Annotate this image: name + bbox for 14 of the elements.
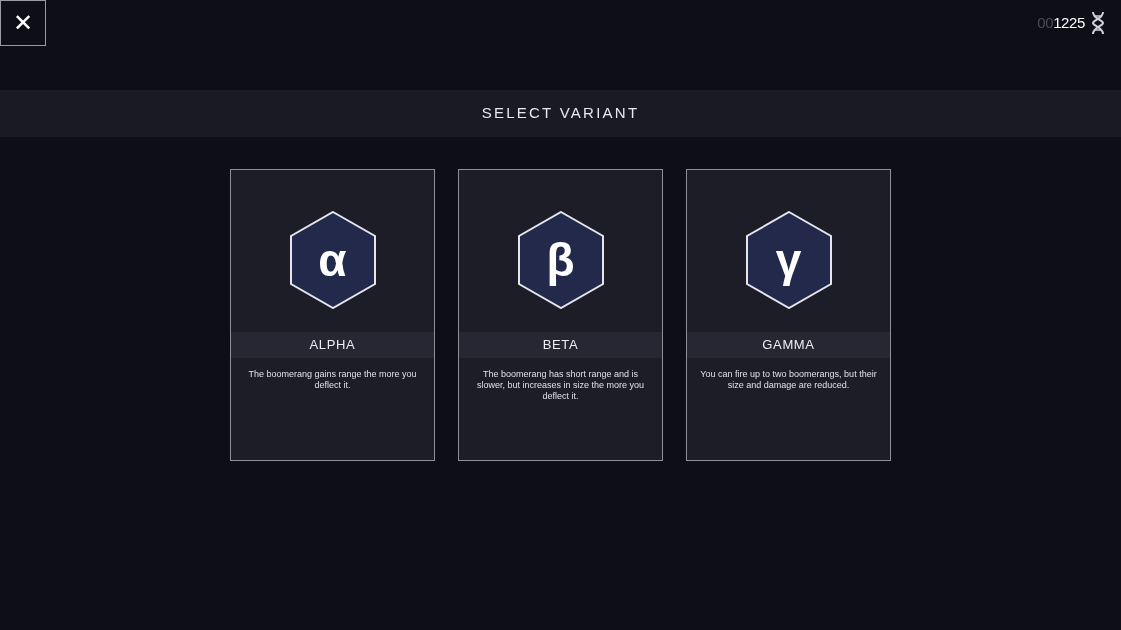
variant-description: You can fire up to two boomerangs, but their size and damage are reduced.	[699, 369, 878, 391]
currency-counter: 001225	[1037, 12, 1085, 33]
variant-description: The boomerang has short range and is slower, but increases in size the more you deflect it.	[475, 369, 646, 402]
screen-title: SELECT VARIANT	[481, 103, 640, 124]
variant-name: ALPHA	[309, 336, 356, 355]
dna-icon	[1091, 11, 1105, 35]
variant-name: BETA	[542, 336, 579, 355]
close-button[interactable]: ✕	[0, 0, 46, 46]
variant-description: The boomerang gains range the more you deflect it.	[247, 369, 418, 391]
variant-name: GAMMA	[762, 336, 815, 355]
variant-card[interactable]: α ALPHA The boomerang gains range the more you deflect it.	[230, 169, 435, 461]
variant-card[interactable]: β BETA The boomerang has short range and is slower, but increases in size the more you deflect it.	[458, 169, 663, 461]
greek-letter: α	[318, 237, 347, 283]
variant-card[interactable]: γ GAMMA You can fire up to two boomerangs, but their size and damage are reduced.	[686, 169, 891, 461]
